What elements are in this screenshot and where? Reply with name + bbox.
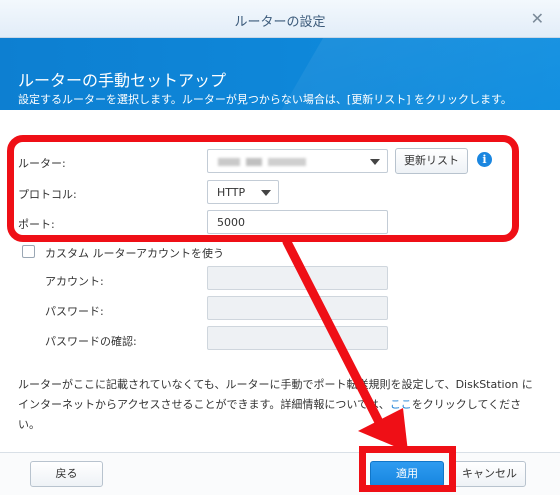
annotation-arrow [282,237,408,452]
